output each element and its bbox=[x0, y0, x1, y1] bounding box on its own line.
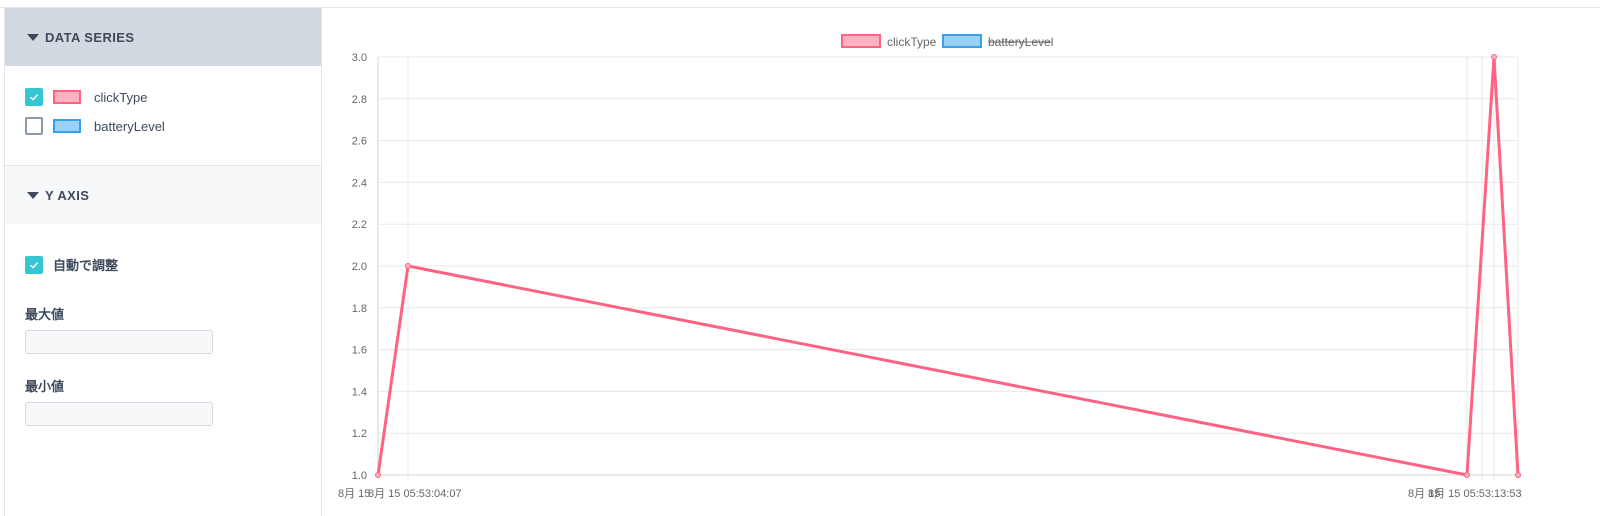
y-axis-ticks: 3.0 2.8 2.6 2.4 2.2 2.0 1.8 1.6 1.4 1.2 1.0 bbox=[352, 52, 367, 482]
y-tick-label: 1.0 bbox=[352, 470, 367, 482]
y-tick-label: 1.4 bbox=[352, 386, 367, 398]
legend-label-clicktype[interactable]: clickType bbox=[887, 35, 937, 49]
x-tick-label: 8月 15 bbox=[338, 488, 370, 500]
auto-adjust-checkbox[interactable] bbox=[25, 255, 43, 274]
settings-sidebar: DATA SERIES clickType batteryLevel Y AXI… bbox=[4, 8, 322, 516]
data-point[interactable] bbox=[1491, 54, 1497, 60]
y-axis-title: Y AXIS bbox=[45, 187, 90, 203]
x-tick-label: 8月 15 05:53:13:53 bbox=[1428, 488, 1522, 500]
legend-swatch-batterylevel[interactable] bbox=[942, 34, 982, 48]
y-tick-label: 1.2 bbox=[352, 428, 367, 440]
series-item-batterylevel: batteryLevel bbox=[25, 116, 165, 136]
data-point[interactable] bbox=[405, 263, 411, 269]
data-series-header[interactable]: DATA SERIES bbox=[5, 8, 321, 66]
clicktype-color-swatch bbox=[53, 90, 81, 104]
caret-down-icon bbox=[27, 191, 39, 199]
data-point[interactable] bbox=[1515, 472, 1521, 478]
y-tick-label: 3.0 bbox=[352, 52, 367, 64]
data-point[interactable] bbox=[375, 472, 381, 478]
x-axis-ticks: 8月 158月 15 05:53:04:07 8月 158月 15 05:53:1… bbox=[338, 488, 1522, 500]
series-label-clicktype: clickType bbox=[94, 89, 148, 105]
y-tick-label: 1.8 bbox=[352, 303, 367, 315]
data-series-title: DATA SERIES bbox=[45, 29, 135, 45]
min-value-label: 最小値 bbox=[25, 379, 65, 394]
clicktype-checkbox[interactable] bbox=[25, 88, 43, 106]
chart-grid bbox=[377, 56, 1519, 480]
max-value-label: 最大値 bbox=[25, 307, 65, 322]
x-tick-label: 8月 15 05:53:04:07 bbox=[368, 488, 462, 500]
data-point[interactable] bbox=[1464, 472, 1470, 478]
batterylevel-color-swatch bbox=[53, 119, 81, 133]
y-tick-label: 2.6 bbox=[352, 136, 367, 148]
auto-adjust-label: 自動で調整 bbox=[53, 258, 119, 273]
batterylevel-checkbox[interactable] bbox=[25, 117, 43, 135]
y-tick-label: 1.6 bbox=[352, 345, 367, 357]
y-tick-label: 2.0 bbox=[352, 261, 367, 273]
max-value-input[interactable] bbox=[25, 330, 213, 354]
checkmark-icon bbox=[30, 261, 39, 269]
checkmark-icon bbox=[30, 94, 39, 101]
min-value-input[interactable] bbox=[25, 402, 213, 426]
y-tick-label: 2.4 bbox=[352, 177, 367, 189]
chart-legend: clickType batteryLevel bbox=[841, 34, 1053, 49]
chart-area: clickType batteryLevel 3.0 2.8 2.6 2.4 2.2 2.0… bbox=[321, 8, 1600, 516]
line-chart: clickType batteryLevel 3.0 2.8 2.6 2.4 2.2 2.0… bbox=[338, 34, 1522, 500]
auto-adjust-row: 自動で調整 bbox=[25, 255, 118, 274]
legend-swatch-clicktype[interactable] bbox=[841, 34, 881, 48]
y-axis-header[interactable]: Y AXIS bbox=[5, 165, 321, 224]
y-tick-label: 2.2 bbox=[352, 219, 367, 231]
series-item-clicktype: clickType bbox=[25, 87, 147, 107]
y-tick-label: 2.8 bbox=[352, 94, 367, 106]
caret-down-icon bbox=[27, 33, 39, 41]
series-label-batterylevel: batteryLevel bbox=[94, 118, 165, 134]
